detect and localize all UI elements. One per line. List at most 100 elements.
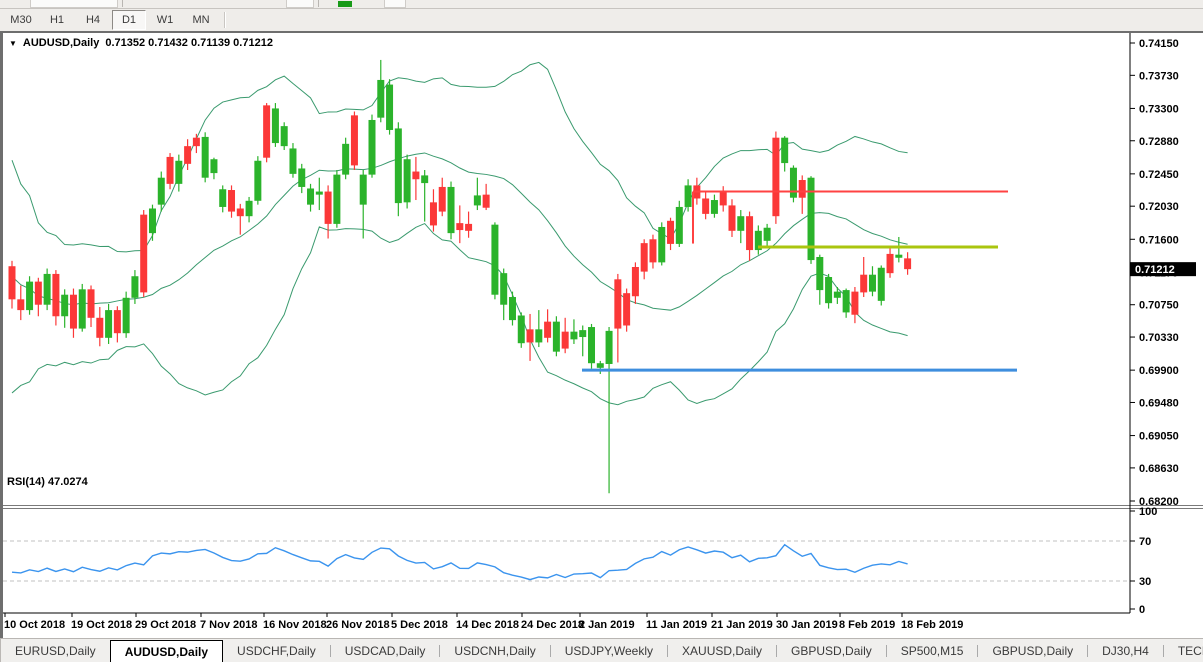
- candle: [70, 295, 77, 329]
- price-tick-label: 0.69050: [1139, 431, 1179, 443]
- tf-button-h4[interactable]: H4: [76, 10, 110, 30]
- price-tick-label: 0.70750: [1139, 300, 1179, 312]
- candle: [35, 282, 42, 305]
- price-tick-label: 0.73730: [1139, 70, 1179, 82]
- candle: [895, 255, 902, 258]
- candle: [202, 137, 209, 178]
- tf-button-m30[interactable]: M30: [4, 10, 38, 30]
- tab-usdjpy-weekly[interactable]: USDJPY,Weekly: [551, 639, 667, 662]
- candles-layer: [9, 60, 912, 493]
- tab-tech100[interactable]: TECH100: [1164, 639, 1203, 662]
- tabs-container: EURUSD,DailyAUDUSD,DailyUSDCHF,DailyUSDC…: [1, 639, 1203, 662]
- candle: [834, 292, 841, 298]
- candle: [588, 327, 595, 363]
- candle: [325, 192, 332, 224]
- candle: [17, 299, 24, 310]
- candle: [272, 108, 279, 143]
- candle: [158, 178, 165, 205]
- chart-area[interactable]: 0.741500.737300.733000.728800.724500.720…: [0, 31, 1203, 638]
- rsi-line: [12, 545, 908, 580]
- candle: [395, 128, 402, 203]
- candle: [737, 216, 744, 231]
- candle: [175, 161, 182, 184]
- current-price-badge: 0.71212: [1130, 262, 1196, 276]
- candle: [491, 225, 498, 295]
- tab-gbpusd-daily[interactable]: GBPUSD,Daily: [978, 639, 1087, 662]
- toolbar-fragment: [286, 0, 314, 8]
- tf-button-w1[interactable]: W1: [148, 10, 182, 30]
- tab-gbpusd-daily[interactable]: GBPUSD,Daily: [777, 639, 886, 662]
- tf-button-d1[interactable]: D1: [112, 10, 146, 30]
- candle: [412, 172, 419, 180]
- candle: [606, 331, 613, 364]
- toolbar-fragment: [384, 0, 406, 8]
- date-tick-label: 7 Nov 2018: [200, 619, 257, 631]
- candle: [570, 332, 577, 340]
- candle: [500, 273, 507, 305]
- tab-sp500-m15[interactable]: SP500,M15: [887, 639, 978, 662]
- rsi-tick-label: 70: [1139, 536, 1151, 548]
- candle: [465, 224, 472, 231]
- candle: [377, 80, 384, 118]
- candle: [649, 239, 656, 262]
- candle: [632, 267, 639, 296]
- tab-usdcnh-daily[interactable]: USDCNH,Daily: [440, 639, 549, 662]
- tf-button-mn[interactable]: MN: [184, 10, 218, 30]
- candle: [816, 257, 823, 290]
- tab-dj30-h4[interactable]: DJ30,H4: [1088, 639, 1163, 662]
- candle: [386, 85, 393, 130]
- chart-tab-bar: EURUSD,DailyAUDUSD,DailyUSDCHF,DailyUSDC…: [0, 638, 1203, 662]
- date-tick-label: 19 Oct 2018: [71, 619, 132, 631]
- candle: [623, 293, 630, 325]
- candle: [667, 221, 674, 244]
- candle: [263, 105, 270, 157]
- price-tick-label: 0.74150: [1139, 38, 1179, 50]
- rsi-tick-label: 100: [1139, 506, 1157, 518]
- rsi-name: RSI(14): [7, 476, 45, 488]
- candle: [96, 318, 103, 338]
- candle: [79, 289, 86, 328]
- candle: [474, 195, 481, 205]
- date-tick-label: 14 Dec 2018: [456, 619, 519, 631]
- tab-xauusd-daily[interactable]: XAUUSD,Daily: [668, 639, 776, 662]
- chart-dropdown-icon[interactable]: ▼: [9, 39, 17, 48]
- tab-eurusd-daily[interactable]: EURUSD,Daily: [1, 639, 110, 662]
- candle: [869, 275, 876, 292]
- candle: [658, 227, 665, 262]
- tab-usdchf-daily[interactable]: USDCHF,Daily: [223, 639, 330, 662]
- candle: [544, 322, 551, 338]
- mt4-terminal: { "top_toolbar": { "timeframes": [ {"lab…: [0, 0, 1203, 662]
- candle: [289, 148, 296, 173]
- candle: [342, 144, 349, 175]
- candle: [764, 228, 771, 241]
- candle: [210, 159, 217, 173]
- candle: [246, 201, 253, 216]
- rsi-value: 47.0274: [48, 476, 88, 488]
- tf-button-h1[interactable]: H1: [40, 10, 74, 30]
- candle: [360, 175, 367, 205]
- price-tick-label: 0.69480: [1139, 397, 1179, 409]
- date-tick-label: 11 Jan 2019: [646, 619, 707, 631]
- candle: [421, 175, 428, 183]
- candle: [193, 138, 200, 146]
- timeframe-toolbar: M30H1H4D1W1MN: [0, 9, 1203, 31]
- price-tick-label: 0.70330: [1139, 332, 1179, 344]
- chart-title: ▼ AUDUSD,Daily 0.71352 0.71432 0.71139 0…: [9, 37, 273, 49]
- candle: [711, 200, 718, 214]
- candle: [887, 254, 894, 273]
- candle: [597, 363, 604, 368]
- clipped-toolbar-strip: [0, 0, 1203, 9]
- candle: [368, 120, 375, 175]
- date-tick-label: 24 Dec 2018: [521, 619, 584, 631]
- candle: [720, 192, 727, 206]
- candle: [105, 310, 112, 338]
- tab-usdcad-daily[interactable]: USDCAD,Daily: [331, 639, 440, 662]
- toolbar-separator: [224, 12, 226, 28]
- tab-audusd-daily[interactable]: AUDUSD,Daily: [110, 640, 223, 662]
- date-tick-label: 2 Jan 2019: [579, 619, 635, 631]
- candle: [254, 161, 261, 201]
- candle: [843, 290, 850, 312]
- candle: [676, 207, 683, 244]
- price-chart-svg[interactable]: 0.741500.737300.733000.728800.724500.720…: [3, 33, 1203, 638]
- candle: [44, 274, 51, 305]
